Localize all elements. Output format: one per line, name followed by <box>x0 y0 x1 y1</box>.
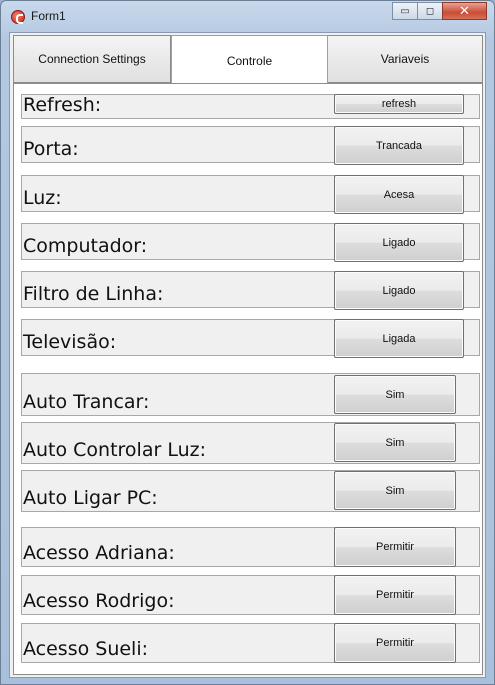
close-button[interactable]: ✕ <box>442 2 487 20</box>
porta-button[interactable]: Trancada <box>334 126 464 165</box>
title-bar[interactable]: Form1 ▭ ◻ ✕ <box>1 1 494 33</box>
televisao-button[interactable]: Ligada <box>334 319 464 358</box>
acesso-adriana-label: Acesso Adriana: <box>23 542 175 564</box>
auto-trancar-label: Auto Trancar: <box>23 391 150 413</box>
minimize-button[interactable]: ▭ <box>392 2 418 20</box>
acesso-sueli-label: Acesso Sueli: <box>23 638 149 660</box>
tab-controle[interactable]: Controle <box>171 35 328 85</box>
minimize-icon: ▭ <box>400 5 410 17</box>
refresh-button[interactable]: refresh <box>334 94 464 114</box>
auto-ligar-pc-label: Auto Ligar PC: <box>23 487 158 509</box>
window-title: Form1 <box>31 9 66 23</box>
auto-controlar-luz-button[interactable]: Sim <box>334 423 456 462</box>
maximize-button[interactable]: ◻ <box>417 2 443 20</box>
tab-variaveis[interactable]: Variaveis <box>327 35 483 83</box>
auto-trancar-button[interactable]: Sim <box>334 375 456 414</box>
app-icon[interactable] <box>11 10 25 24</box>
auto-controlar-luz-label: Auto Controlar Luz: <box>23 439 206 461</box>
filtro-de-linha-label: Filtro de Linha: <box>23 283 164 305</box>
computador-label: Computador: <box>23 235 148 257</box>
luz-button[interactable]: Acesa <box>334 175 464 214</box>
acesso-rodrigo-label: Acesso Rodrigo: <box>23 590 175 612</box>
acesso-rodrigo-button[interactable]: Permitir <box>334 575 456 615</box>
acesso-sueli-button[interactable]: Permitir <box>334 623 456 663</box>
client-area: Connection Settings Variaveis Controle R… <box>9 32 486 678</box>
caption-buttons: ▭ ◻ ✕ <box>392 2 487 20</box>
close-icon: ✕ <box>459 3 470 19</box>
filtro-de-linha-button[interactable]: Ligado <box>334 271 464 310</box>
controle-tab-page: Refresh: refresh Porta: Trancada Luz: Ac… <box>13 83 483 675</box>
auto-ligar-pc-button[interactable]: Sim <box>334 471 456 510</box>
tab-strip: Connection Settings Variaveis Controle <box>13 35 483 85</box>
computador-button[interactable]: Ligado <box>334 223 464 262</box>
acesso-adriana-button[interactable]: Permitir <box>334 527 456 567</box>
luz-label: Luz: <box>23 187 62 209</box>
refresh-label: Refresh: <box>23 94 102 116</box>
televisao-label: Televisão: <box>23 331 117 353</box>
tab-connection-settings[interactable]: Connection Settings <box>13 35 171 83</box>
form1-window: Form1 ▭ ◻ ✕ Connection Settings Variavei… <box>0 0 495 685</box>
maximize-icon: ◻ <box>425 5 435 17</box>
porta-label: Porta: <box>23 138 79 160</box>
